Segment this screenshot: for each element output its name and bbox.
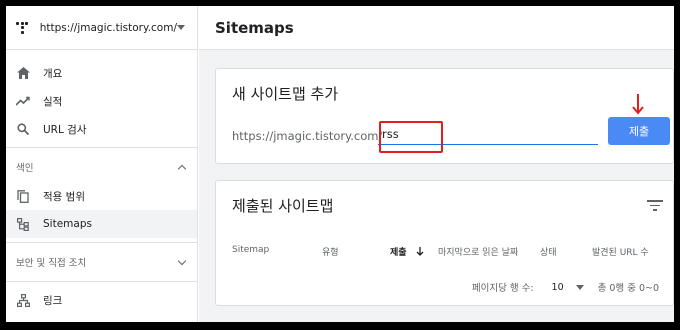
sitemap-url-input[interactable] — [378, 123, 598, 145]
sidebar-item-label: 실적 — [43, 95, 63, 108]
column-header-status[interactable]: 상태 — [540, 245, 557, 258]
add-sitemap-title: 새 사이트맵 추가 — [232, 85, 339, 103]
sort-arrow-down-icon — [416, 247, 424, 256]
submitted-sitemaps-card: 제출된 사이트맵 Sitemap 유형 제출 마지막으로 읽은 날짜 상태 발견… — [215, 180, 674, 306]
sidebar-item-label: Sitemaps — [43, 218, 92, 230]
caret-down-icon — [575, 284, 584, 290]
divider — [6, 147, 197, 148]
chevron-down-icon — [177, 256, 187, 265]
links-icon — [16, 293, 30, 307]
column-header-last-read[interactable]: 마지막으로 읽은 날짜 — [438, 245, 518, 258]
property-logo-icon — [16, 21, 28, 34]
top-bar: Sitemaps — [199, 6, 674, 50]
sidebar-item-performance[interactable]: 실적 — [6, 87, 197, 115]
sidebar-item-label: 적용 범위 — [43, 190, 85, 203]
rows-per-page-value: 10 — [551, 281, 564, 293]
property-selector[interactable]: https://jmagic.tistory.com/ — [6, 6, 197, 50]
caret-down-icon[interactable] — [177, 25, 185, 30]
rows-per-page-select[interactable]: 10 — [552, 282, 584, 293]
app-window: https://jmagic.tistory.com/ 개요 실적 URL 검사… — [6, 6, 674, 322]
copy-icon — [16, 189, 30, 203]
column-header-submitted[interactable]: 제출 — [390, 245, 424, 258]
divider — [6, 242, 197, 243]
main-content: Sitemaps 새 사이트맵 추가 https://jmagic.tistor… — [199, 6, 674, 322]
sitemap-url-prefix: https://jmagic.tistory.com/ — [232, 129, 383, 143]
add-sitemap-card: 새 사이트맵 추가 https://jmagic.tistory.com/ 제출 — [215, 68, 674, 164]
table-header: Sitemap 유형 제출 마지막으로 읽은 날짜 상태 발견된 URL 수 — [216, 243, 673, 263]
sidebar-item-label: 개요 — [43, 67, 63, 80]
page-title: Sitemaps — [215, 18, 294, 37]
section-label: 보안 및 직접 조치 — [16, 258, 87, 269]
filter-icon[interactable] — [647, 199, 663, 211]
annotation-arrow-icon — [632, 94, 644, 115]
property-url: https://jmagic.tistory.com/ — [39, 21, 177, 34]
pagination: 페이지당 행 수: 10 총 0행 중 0~0 — [471, 280, 659, 295]
sidebar-item-coverage[interactable]: 적용 범위 — [6, 182, 197, 210]
trend-icon — [16, 94, 30, 108]
search-icon — [16, 122, 30, 136]
sidebar-item-label: URL 검사 — [43, 123, 87, 136]
sidebar-item-url-inspection[interactable]: URL 검사 — [6, 115, 197, 143]
section-label: 색인 — [16, 163, 34, 174]
column-header-type[interactable]: 유형 — [322, 245, 339, 258]
sitemap-icon — [16, 217, 30, 231]
section-index[interactable]: 색인 — [6, 152, 197, 182]
sidebar-item-sitemaps[interactable]: Sitemaps — [6, 210, 197, 238]
column-header-discovered-urls[interactable]: 발견된 URL 수 — [592, 245, 649, 258]
pagination-range: 총 0행 중 0~0 — [597, 283, 659, 294]
sidebar-item-overview[interactable]: 개요 — [6, 59, 197, 87]
column-header-sitemap[interactable]: Sitemap — [232, 245, 269, 255]
sidebar-item-links[interactable]: 링크 — [6, 286, 197, 314]
rows-per-page-label: 페이지당 행 수: — [471, 283, 534, 294]
section-security[interactable]: 보안 및 직접 조치 — [6, 247, 197, 277]
divider — [6, 281, 197, 282]
submitted-sitemaps-title: 제출된 사이트맵 — [232, 197, 334, 215]
sidebar: https://jmagic.tistory.com/ 개요 실적 URL 검사… — [6, 6, 198, 322]
chevron-up-icon — [177, 164, 187, 173]
column-header-submitted-label: 제출 — [390, 248, 407, 258]
submit-button[interactable]: 제출 — [608, 117, 670, 145]
sidebar-item-label: 링크 — [43, 294, 63, 307]
home-icon — [16, 66, 30, 80]
